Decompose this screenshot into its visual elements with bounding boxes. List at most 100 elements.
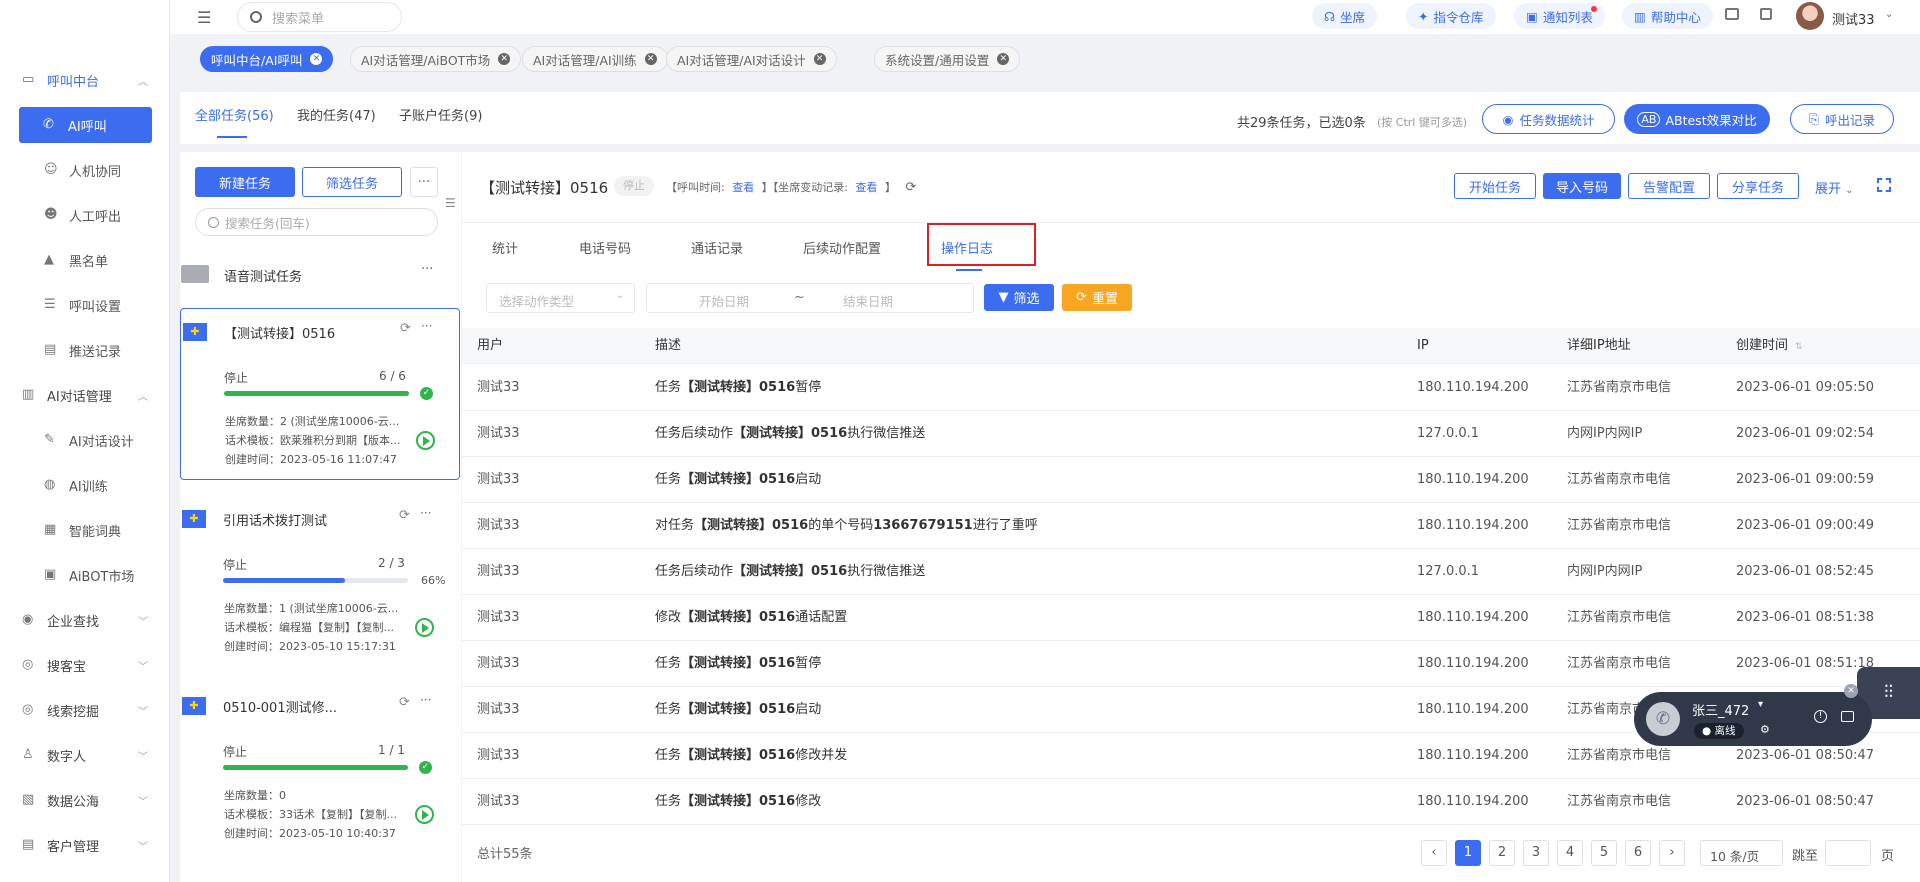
table-row[interactable]: 测试33 对任务【测试转接】0516的单个号码13667679151进行了重呼 18… [462,503,1920,549]
abtest-button[interactable]: AB ABtest效果对比 [1624,104,1770,134]
close-icon[interactable]: ✕ [813,53,826,65]
start-task-button[interactable]: 开始任务 [1454,173,1536,199]
refresh-icon[interactable]: ⟳ [399,508,410,523]
avatar[interactable] [1796,2,1824,30]
panel-toggle-icon[interactable]: ☰ [445,196,456,210]
action-type-select[interactable]: 选择动作类型 ⌄ [486,283,635,313]
sidebar-item[interactable]: ✆ AI呼叫 [19,107,152,143]
fullscreen-icon[interactable] [1877,178,1891,192]
page-tab[interactable]: AI对话管理/AiBOT市场 ✕ [350,46,522,72]
share-task-button[interactable]: 分享任务 [1717,173,1799,199]
detail-tab[interactable]: 后续动作配置 [803,238,881,257]
sidebar-item[interactable]: ♙ 数字人 ﹀ [0,737,170,773]
sort-icon[interactable]: ⇅ [1795,342,1803,352]
sidebar-item[interactable]: ◍ AI训练 [0,467,170,503]
play-icon[interactable] [415,618,434,637]
import-number-button[interactable]: 导入号码 [1543,173,1621,199]
sidebar-item[interactable]: ☰ 呼叫设置 [0,287,170,323]
call-records-button[interactable]: ⎘ 呼出记录 [1790,104,1894,134]
page-tab[interactable]: 呼叫中台/AI呼叫 ✕ [200,46,334,72]
page-number-button[interactable]: 6 [1625,840,1651,866]
page-tab[interactable]: AI对话管理/AI对话设计 ✕ [666,46,837,72]
card-more-icon[interactable]: ··· [420,693,431,707]
refresh-icon[interactable]: ⟳ [399,695,410,710]
task-filter-tab[interactable]: 我的任务(47) [297,105,376,124]
sidebar-item[interactable]: ▧ 数据公海 ﹀ [0,782,170,818]
settings-icon[interactable]: ⚙ [1760,723,1770,736]
column-header-created[interactable]: 创建时间 ⇅ [1736,328,1803,364]
command-repo-button[interactable]: ✦ 指令仓库 [1406,3,1496,29]
refresh-icon[interactable]: ⟳ [905,180,916,195]
end-date-input[interactable]: 结束日期 [843,291,893,310]
group-more-icon[interactable]: ··· [421,262,433,277]
screen-share-icon[interactable] [1841,711,1854,722]
username[interactable]: 测试33 [1832,9,1875,28]
phone-widget[interactable]: ✆ 张三_472 ▾ ● 离线 ⚙ ! ✕ [1634,684,1872,746]
filter-task-button[interactable]: 筛选任务 [302,167,402,197]
play-icon[interactable] [415,805,434,824]
agent-status-badge[interactable]: ● 离线 [1694,723,1744,739]
reset-button[interactable]: ⟳ 重置 [1062,284,1132,311]
prev-page-button[interactable]: ‹ [1421,840,1447,866]
table-row[interactable]: 测试33 任务【测试转接】0516暂停 180.110.194.200 江苏省南京市电… [462,641,1920,687]
page-size-select[interactable]: 10 条/页 [1700,840,1783,866]
close-icon[interactable]: ✕ [310,53,323,65]
detail-tab[interactable]: 统计 [492,238,518,257]
jump-page-input[interactable] [1825,840,1871,866]
info-icon[interactable]: ! [1814,710,1827,723]
close-icon[interactable]: ✕ [644,53,657,65]
seat-change-view-link[interactable]: 查看 [855,181,877,194]
card-more-icon[interactable]: ··· [420,506,431,520]
date-range-picker[interactable]: 开始日期 ~ 结束日期 [646,283,974,313]
table-row[interactable]: 测试33 任务后续动作【测试转接】0516执行微信推送 127.0.0.1 内网IP内… [462,411,1920,457]
page-number-button[interactable]: 5 [1591,840,1617,866]
task-card[interactable]: ✚ 引用话术拨打测试 ⟳ ··· 停止 2 / 3 66% 坐席数量：1 (测试坐席10006… [180,496,460,668]
sidebar-item[interactable]: ▣ AiBOT市场 [0,557,170,593]
sidebar-item[interactable]: ✎ AI对话设计 [0,422,170,458]
sidebar-item[interactable]: ▲ 黑名单 [0,242,170,278]
sidebar-item[interactable]: ▭ 呼叫中台 ︿ [0,62,170,98]
detail-tab[interactable]: 通话记录 [691,238,743,257]
start-date-input[interactable]: 开始日期 [699,291,749,310]
filter-button[interactable]: ▼ 筛选 [984,284,1054,311]
detail-tab[interactable]: 电话号码 [579,238,631,257]
play-icon[interactable] [416,431,435,450]
sidebar-item[interactable]: ◎ 搜客宝 ﹀ [0,647,170,683]
seat-button[interactable]: ☊ 坐席 [1312,3,1378,29]
close-icon[interactable]: ✕ [997,53,1010,65]
page-tab[interactable]: AI对话管理/AI训练 ✕ [522,46,668,72]
sidebar-item[interactable]: ▤ 客户管理 ﹀ [0,827,170,863]
caret-down-icon[interactable]: ▾ [1758,699,1763,710]
fullscreen-icon[interactable] [1760,8,1772,20]
table-row[interactable]: 测试33 任务后续动作【测试转接】0516执行微信推送 127.0.0.1 内网IP内… [462,549,1920,595]
sidebar-item[interactable]: ▦ 智能词典 [0,512,170,548]
close-icon[interactable]: ✕ [498,53,511,65]
table-row[interactable]: 测试33 修改【测试转接】0516通话配置 180.110.194.200 江苏省南京… [462,595,1920,641]
table-row[interactable]: 测试33 任务【测试转接】0516暂停 180.110.194.200 江苏省南京市电… [462,365,1920,411]
card-more-icon[interactable]: ··· [421,319,432,333]
new-task-button[interactable]: 新建任务 [195,167,295,197]
page-number-button[interactable]: 2 [1489,840,1515,866]
sidebar-item[interactable]: ▤ 推送记录 [0,332,170,368]
task-search-input[interactable]: 搜索任务(回车) [195,208,438,236]
menu-search[interactable]: 搜索菜单 [237,2,402,32]
sidebar-item[interactable]: ◉ 企业查找 ﹀ [0,602,170,638]
close-icon[interactable]: ✕ [1844,684,1858,698]
task-card[interactable]: ✚ 0510-001测试修... ⟳ ··· 停止 1 / 1 ✓ 坐席数量：0 话术模板：33… [180,683,460,855]
sidebar-item[interactable]: ☻ 人工呼出 [0,197,170,233]
task-group[interactable]: 语音测试任务 ··· [181,262,460,286]
page-tab[interactable]: 系统设置/通用设置 ✕ [874,46,1021,72]
task-card[interactable]: ✚ 【测试转接】0516 ⟳ ··· 停止 6 / 6 ✓ 坐席数量：2 (测试坐席10006… [180,308,460,480]
table-row[interactable]: 测试33 任务【测试转接】0516修改 180.110.194.200 江苏省南京市电… [462,779,1920,825]
notification-list-button[interactable]: ▣ 通知列表 [1514,3,1605,29]
task-more-button[interactable]: ··· [410,167,438,197]
task-stats-button[interactable]: ◉ 任务数据统计 [1482,104,1615,134]
refresh-icon[interactable]: ⟳ [400,321,411,336]
sidebar-item[interactable]: ◎ 线索挖掘 ﹀ [0,692,170,728]
alarm-config-button[interactable]: 告警配置 [1628,173,1710,199]
sidebar-item[interactable]: ☺ 人机协同 [0,152,170,188]
page-number-button[interactable]: 3 [1523,840,1549,866]
chevron-down-icon[interactable]: ⌄ [1885,9,1893,20]
task-filter-tab[interactable]: 子账户任务(9) [399,105,482,124]
next-page-button[interactable]: › [1659,840,1685,866]
